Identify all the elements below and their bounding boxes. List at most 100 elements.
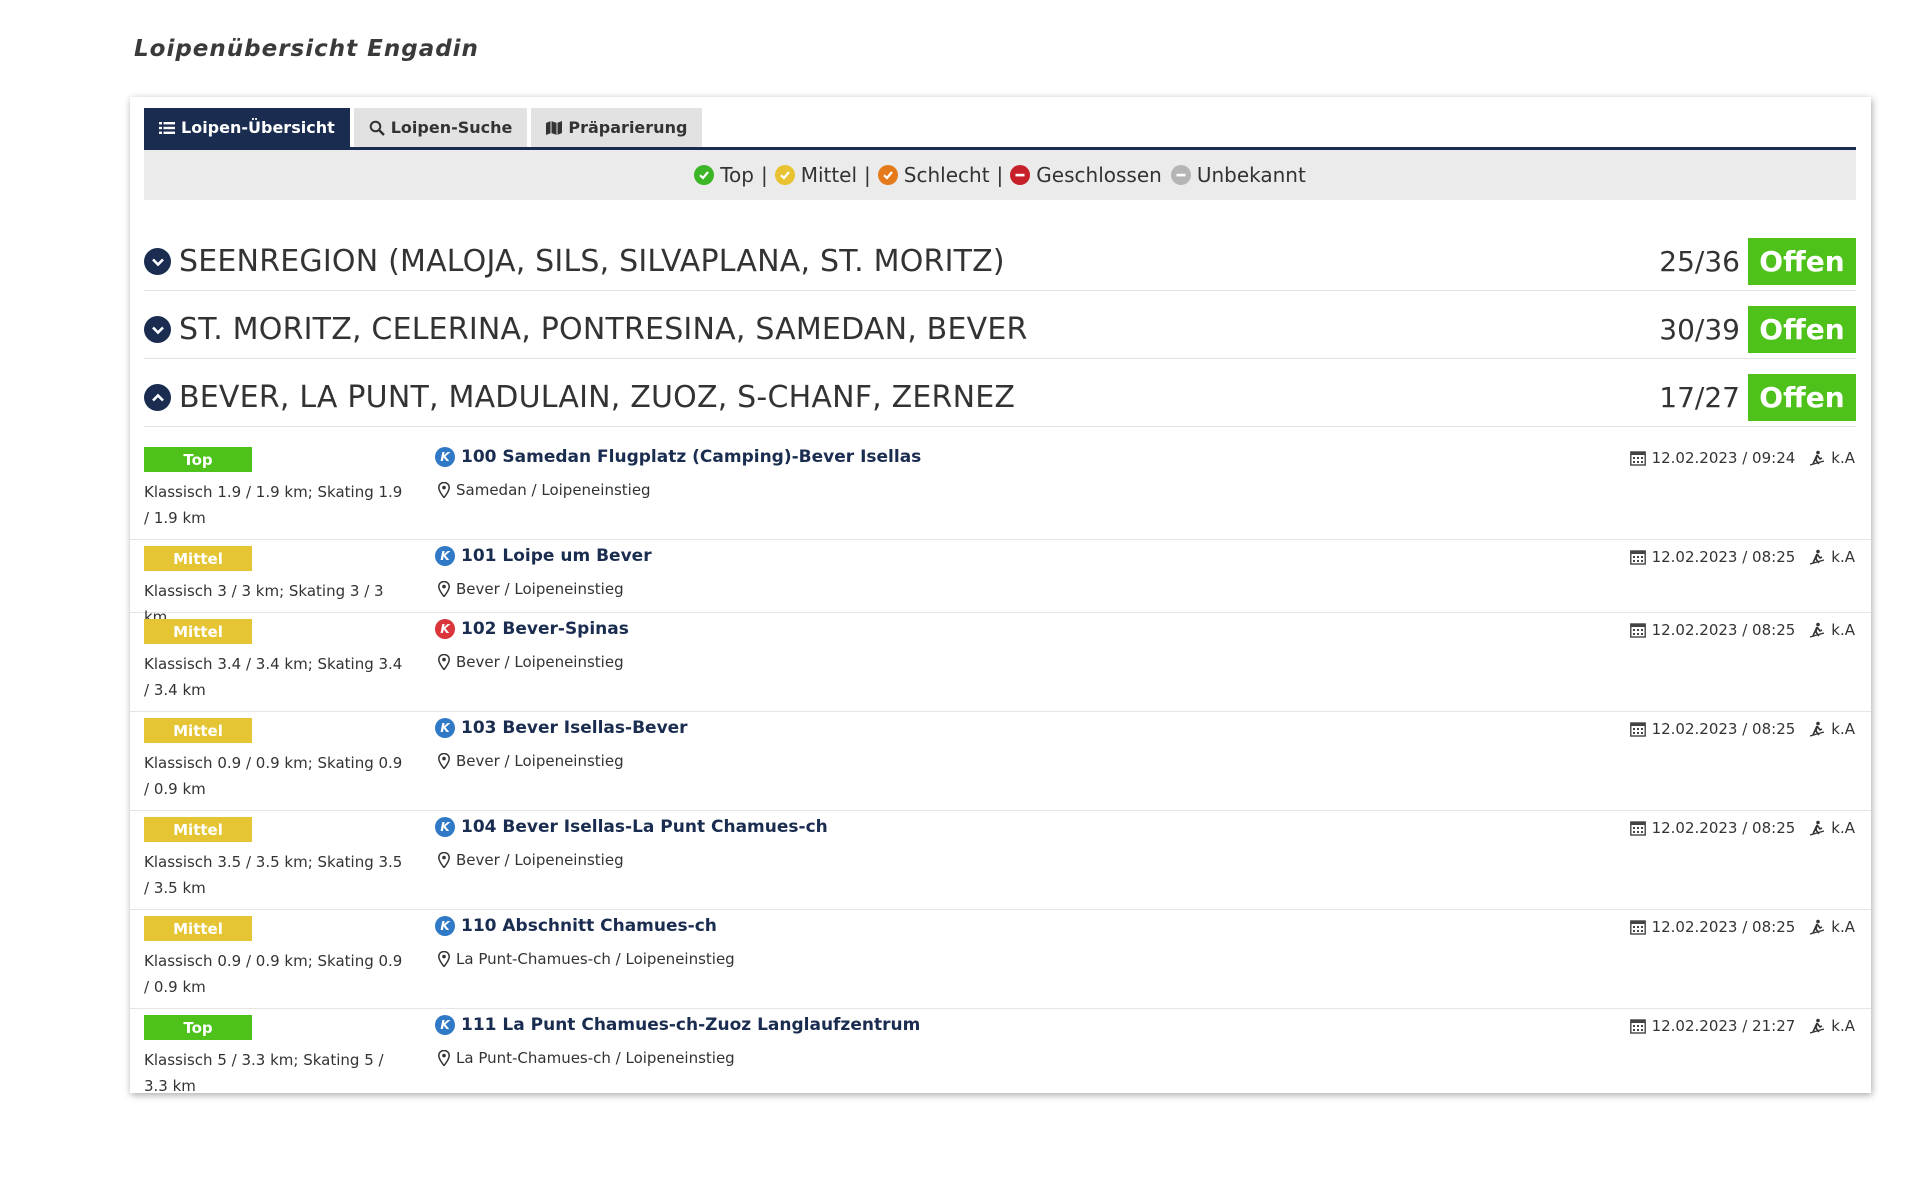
region-row[interactable]: SEENREGION (MALOJA, SILS, SILVAPLANA, ST… <box>144 233 1856 291</box>
trail-date: 12.02.2023 / 08:25 <box>1651 819 1796 837</box>
skier-icon <box>1810 721 1825 737</box>
trail-location-text: Bever / Loipeneinstieg <box>456 752 624 770</box>
trail-name[interactable]: 111 La Punt Chamues-ch-Zuoz Langlaufzent… <box>461 1015 920 1035</box>
region-name[interactable]: ST. MORITZ, CELERINA, PONTRESINA, SAMEDA… <box>179 312 1028 347</box>
trail-row: Mittel Klassisch 3.5 / 3.5 km; Skating 3… <box>130 811 1871 910</box>
chevron-up-icon[interactable] <box>144 384 171 411</box>
trail-extra: k.A <box>1831 918 1855 936</box>
trail-extra: k.A <box>1831 449 1855 467</box>
trail-status-badge: Mittel <box>144 546 252 571</box>
check-circle-icon <box>877 165 898 185</box>
region-status-badge: Offen <box>1748 306 1856 353</box>
calendar-icon <box>1629 1019 1646 1034</box>
trail-type-icon: K <box>435 619 455 639</box>
trail-date: 12.02.2023 / 08:25 <box>1651 720 1796 738</box>
trail-link[interactable]: K 110 Abschnitt Chamues-ch <box>435 916 717 936</box>
map-pin-icon <box>438 581 450 597</box>
trail-location-text: La Punt-Chamues-ch / Loipeneinstieg <box>456 950 735 968</box>
trail-distance-info: Klassisch 3.5 / 3.5 km; Skating 3.5 / 3.… <box>144 853 403 897</box>
minus-circle-icon <box>1170 165 1191 185</box>
tab-loipen-uebersicht[interactable]: Loipen-Übersicht <box>144 108 350 147</box>
trail-location-text: La Punt-Chamues-ch / Loipeneinstieg <box>456 1049 735 1067</box>
trail-row: Top Klassisch 5 / 3.3 km; Skating 5 / 3.… <box>130 1009 1871 1095</box>
trail-distance-info: Klassisch 5 / 3.3 km; Skating 5 / 3.3 km <box>144 1051 384 1095</box>
chevron-down-icon[interactable] <box>144 316 171 343</box>
trail-overview-card: Loipen-Übersicht Loipen-Suche Präparieru… <box>130 97 1871 1095</box>
trail-status-badge: Mittel <box>144 817 252 842</box>
region-name[interactable]: BEVER, LA PUNT, MADULAIN, ZUOZ, S-CHANF,… <box>179 380 1015 415</box>
search-icon <box>369 120 385 136</box>
minus-circle-icon <box>1010 165 1031 185</box>
region-status-badge: Offen <box>1748 238 1856 285</box>
trail-name[interactable]: 100 Samedan Flugplatz (Camping)-Bever Is… <box>461 447 921 467</box>
trail-name[interactable]: 102 Bever-Spinas <box>461 619 629 639</box>
trail-link[interactable]: K 102 Bever-Spinas <box>435 619 629 639</box>
legend-label: Schlecht <box>903 163 990 187</box>
chevron-down-icon[interactable] <box>144 248 171 275</box>
trail-type-icon: K <box>435 546 455 566</box>
trail-link[interactable]: K 100 Samedan Flugplatz (Camping)-Bever … <box>435 447 921 467</box>
trail-type-icon: K <box>435 1015 455 1035</box>
region-row[interactable]: ST. MORITZ, CELERINA, PONTRESINA, SAMEDA… <box>144 301 1856 359</box>
legend-item-schlecht: Schlecht <box>877 163 990 187</box>
list-icon <box>159 121 175 134</box>
trail-row: Mittel Klassisch 3 / 3 km; Skating 3 / 3… <box>130 540 1871 626</box>
legend-item-unbekannt: Unbekannt <box>1170 163 1306 187</box>
map-icon <box>546 120 563 135</box>
skier-icon <box>1810 450 1825 466</box>
trail-meta: 12.02.2023 / 21:27 k.A <box>1629 1017 1855 1035</box>
map-pin-icon <box>438 951 450 967</box>
trail-name[interactable]: 110 Abschnitt Chamues-ch <box>461 916 717 936</box>
trail-location-text: Bever / Loipeneinstieg <box>456 851 624 869</box>
trail-extra: k.A <box>1831 720 1855 738</box>
trail-link[interactable]: K 111 La Punt Chamues-ch-Zuoz Langlaufze… <box>435 1015 920 1035</box>
calendar-icon <box>1629 920 1646 935</box>
trail-link[interactable]: K 101 Loipe um Bever <box>435 546 652 566</box>
legend-label: Geschlossen <box>1036 163 1162 187</box>
map-pin-icon <box>438 1050 450 1066</box>
trail-status-badge: Mittel <box>144 619 252 644</box>
tab-label: Loipen-Übersicht <box>181 118 335 137</box>
trail-name[interactable]: 103 Bever Isellas-Bever <box>461 718 688 738</box>
trail-link[interactable]: K 103 Bever Isellas-Bever <box>435 718 688 738</box>
trail-distance-info: Klassisch 3.4 / 3.4 km; Skating 3.4 / 3.… <box>144 655 403 699</box>
calendar-icon <box>1629 722 1646 737</box>
tab-bar: Loipen-Übersicht Loipen-Suche Präparieru… <box>144 108 1856 150</box>
trail-link[interactable]: K 104 Bever Isellas-La Punt Chamues-ch <box>435 817 828 837</box>
region-count: 17/27 <box>1659 381 1740 414</box>
check-circle-icon <box>694 165 715 185</box>
region-count: 25/36 <box>1659 245 1740 278</box>
trail-type-icon: K <box>435 718 455 738</box>
trail-row: Mittel Klassisch 0.9 / 0.9 km; Skating 0… <box>130 712 1871 811</box>
trail-status-badge: Mittel <box>144 916 252 941</box>
trail-meta: 12.02.2023 / 08:25 k.A <box>1629 720 1855 738</box>
calendar-icon <box>1629 451 1646 466</box>
trail-date: 12.02.2023 / 08:25 <box>1651 918 1796 936</box>
trail-name[interactable]: 104 Bever Isellas-La Punt Chamues-ch <box>461 817 828 837</box>
trail-date: 12.02.2023 / 08:25 <box>1651 621 1796 639</box>
region-row[interactable]: BEVER, LA PUNT, MADULAIN, ZUOZ, S-CHANF,… <box>144 369 1856 427</box>
trail-status-badge: Top <box>144 1015 252 1040</box>
region-status-badge: Offen <box>1748 374 1856 421</box>
check-circle-icon <box>774 165 795 185</box>
calendar-icon <box>1629 623 1646 638</box>
legend-label: Top <box>720 163 754 187</box>
skier-icon <box>1810 622 1825 638</box>
trail-extra: k.A <box>1831 621 1855 639</box>
region-name[interactable]: SEENREGION (MALOJA, SILS, SILVAPLANA, ST… <box>179 244 1005 279</box>
trail-name[interactable]: 101 Loipe um Bever <box>461 546 652 566</box>
legend-item-top: Top <box>694 163 754 187</box>
tab-loipen-suche[interactable]: Loipen-Suche <box>353 108 528 147</box>
map-pin-icon <box>438 753 450 769</box>
trail-location-text: Bever / Loipeneinstieg <box>456 580 624 598</box>
trail-location-text: Samedan / Loipeneinstieg <box>456 481 651 499</box>
trail-extra: k.A <box>1831 1017 1855 1035</box>
skier-icon <box>1810 549 1825 565</box>
trail-location-text: Bever / Loipeneinstieg <box>456 653 624 671</box>
tab-praeparierung[interactable]: Präparierung <box>531 108 703 147</box>
region-count: 30/39 <box>1659 313 1740 346</box>
calendar-icon <box>1629 821 1646 836</box>
legend-label: Mittel <box>800 163 858 187</box>
trail-row: Mittel Klassisch 0.9 / 0.9 km; Skating 0… <box>130 910 1871 1009</box>
legend-item-mittel: Mittel <box>774 163 858 187</box>
